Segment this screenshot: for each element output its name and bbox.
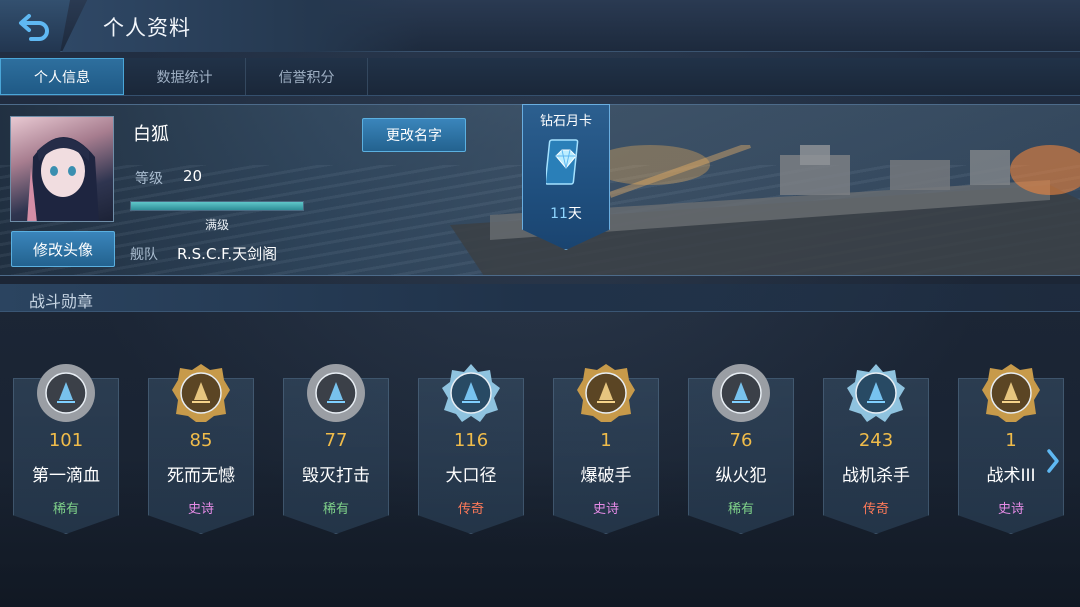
tab-data-stats[interactable]: 数据统计 — [124, 58, 246, 95]
medal-rarity: 稀有 — [52, 502, 79, 517]
medal-count: 77 — [324, 430, 348, 451]
fleet-name: R.S.C.F.天剑阁 — [177, 245, 278, 263]
exp-bar-fill — [131, 202, 303, 210]
bronze-explosion-medal-icon — [307, 364, 365, 422]
gold-charge-medal-icon — [577, 364, 635, 422]
monthly-card-days-number: 11 — [550, 206, 568, 222]
medal-name: 战机杀手 — [842, 466, 910, 486]
section-title: 战斗勋章 — [29, 292, 94, 311]
medal-count: 243 — [858, 430, 894, 451]
medal-count: 101 — [48, 430, 84, 451]
medal-rarity: 传奇 — [862, 502, 889, 517]
medal-count: 76 — [729, 430, 753, 451]
exp-bar — [130, 201, 304, 211]
change-avatar-button[interactable]: 修改头像 — [11, 231, 115, 267]
rename-button[interactable]: 更改名字 — [362, 118, 466, 152]
medal-rarity: 史诗 — [592, 502, 619, 517]
silver-crosshair-medal-icon — [847, 364, 905, 422]
medal-name: 大口径 — [445, 466, 497, 486]
medal-count: 116 — [453, 430, 489, 451]
page-title: 个人资料 — [103, 16, 191, 40]
medal-count: 85 — [189, 430, 213, 451]
player-name: 白狐 — [133, 124, 169, 145]
tab-bar: 个人信息 数据统计 信誉积分 — [0, 58, 1080, 96]
avatar-portrait — [27, 137, 99, 221]
medal-name: 毁灭打击 — [302, 466, 370, 486]
medal-name: 战术III — [986, 466, 1036, 486]
medal-rarity: 传奇 — [457, 502, 484, 517]
section-header — [0, 284, 1080, 312]
tab-personal-info[interactable]: 个人信息 — [0, 58, 124, 95]
monthly-card-days-unit: 天 — [567, 206, 582, 222]
back-button[interactable] — [0, 0, 70, 52]
medal-count: 1 — [1005, 430, 1017, 451]
avatar[interactable] — [10, 116, 114, 222]
medal-name: 纵火犯 — [715, 466, 767, 486]
medal-rarity: 稀有 — [727, 502, 754, 517]
medal-name: 死而无憾 — [167, 466, 235, 486]
medal-name: 第一滴血 — [32, 466, 100, 486]
diamond-card-icon — [546, 139, 579, 185]
bronze-water-medal-icon — [37, 364, 95, 422]
silver-turret-medal-icon — [442, 364, 500, 422]
level-value: 20 — [183, 167, 203, 185]
medal-count: 1 — [600, 430, 612, 451]
monthly-card-days: 11天 — [522, 203, 610, 223]
bronze-flame-medal-icon — [712, 364, 770, 422]
tab-credit-points[interactable]: 信誉积分 — [246, 58, 368, 95]
monthly-card-title: 钻石月卡 — [539, 114, 592, 129]
fleet-label: 舰队 — [130, 247, 158, 263]
gold-scales-medal-icon — [172, 364, 230, 422]
exp-status: 满级 — [204, 218, 229, 232]
medal-rarity: 稀有 — [322, 502, 349, 517]
medal-name: 爆破手 — [580, 466, 632, 486]
medal-rarity: 史诗 — [997, 502, 1024, 517]
level-label: 等级 — [135, 171, 163, 187]
gold-tactics-medal-icon — [982, 364, 1040, 422]
medal-rarity: 史诗 — [187, 502, 214, 517]
back-arrow-icon — [19, 14, 49, 41]
